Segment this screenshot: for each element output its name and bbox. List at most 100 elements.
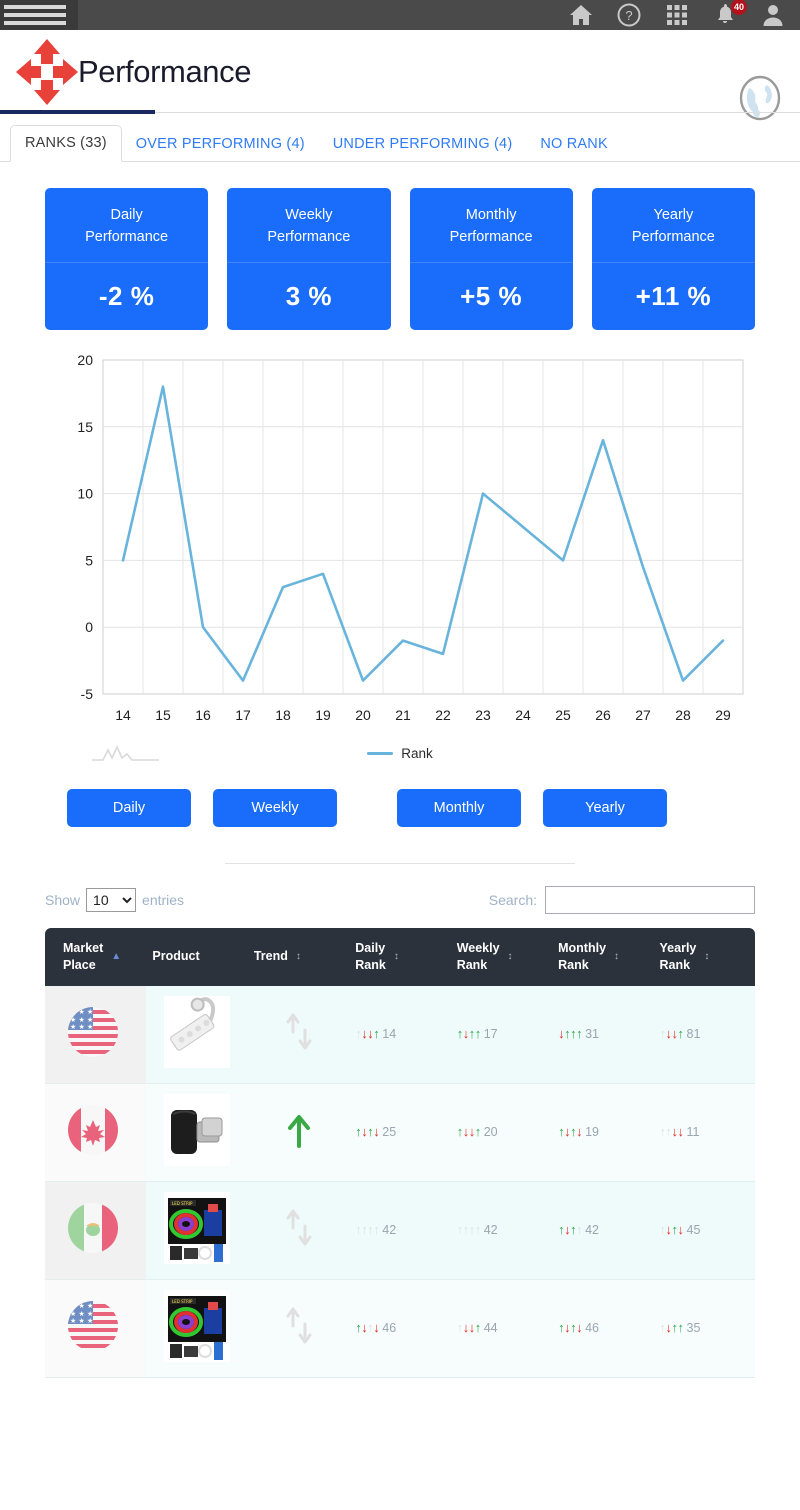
column-header-weekly-rank[interactable]: Weekly Rank ↕ [450,928,553,986]
cell-monthly-rank: ↓↑↑↑ 31 [552,985,654,1084]
search-control: Search: [489,886,755,914]
yearly-rank-value: 45 [686,1223,701,1238]
cell-monthly-rank: ↑↓↑↓ 46 [552,1279,654,1378]
user-account-icon[interactable] [760,2,786,28]
svg-text:29: 29 [715,707,731,723]
sort-ascending-icon[interactable]: ▲ [111,950,121,964]
sort-both-icon[interactable]: ↕ [296,950,301,964]
cell-daily-rank: ↑↑↑↑ 42 [349,1181,451,1280]
rank-arrow-group: ↑↓↑↑ [457,1026,482,1042]
svg-text:24: 24 [515,707,531,723]
rank-arrow-up: ↑ [677,1320,685,1336]
rank-arrow-group: ↑↑↓↓ [660,1124,685,1140]
period-button-yearly[interactable]: Yearly [543,789,667,827]
cell-daily-rank: ↑↓↑↓ 46 [349,1279,451,1378]
monthly-rank-value-group: ↑↓↑↓ 19 [558,1124,599,1139]
svg-text:-5: -5 [81,686,94,702]
kpi-title-line1: Weekly [285,207,333,223]
kpi-card-daily[interactable]: Daily Performance -2 % [45,188,209,330]
home-icon[interactable] [568,2,594,28]
notifications-bell-icon[interactable]: 40 [712,0,747,28]
entries-control: Show 102550100 entries [45,888,184,912]
header-line2: Rank [558,957,589,972]
sort-both-icon[interactable]: ↕ [704,950,709,964]
cell-weekly-rank: ↑↓↓↑ 44 [450,1279,553,1378]
rank-arrow-group: ↑↑↑↑ [355,1222,380,1237]
rank-arrow-group: ↑↓↑↑ [558,1222,583,1237]
cell-product[interactable]: LED STRIP [146,1181,248,1280]
column-header-weekly-rank-label: Weekly Rank [457,940,500,974]
column-header-yearly-rank[interactable]: Yearly Rank ↕ [653,928,755,986]
svg-text:LED STRIP: LED STRIP [172,1299,193,1304]
kpi-card-yearly[interactable]: Yearly Performance +11 % [591,188,755,330]
column-header-market-place[interactable]: Market Place ▲ [45,928,147,986]
entries-per-page-select[interactable]: 102550100 [86,888,137,912]
weekly-rank-value-group: ↑↓↑↑ 17 [457,1026,498,1042]
table-row[interactable]: LED STRIP ↑↑↑↑ 42 ↑↑↑↑ 42 ↑↓↑↑ 42 ↑↓↑↓ 45 [45,1181,755,1280]
kpi-title-line2: Performance [449,229,533,246]
tab-over-performing[interactable]: OVER PERFORMING (4) [122,127,319,162]
yearly-rank-value-group: ↑↓↑↑ 35 [660,1320,701,1336]
hamburger-bar [4,13,66,17]
rank-arrow-group: ↑↑↑↑ [457,1222,482,1237]
svg-text:LED STRIP: LED STRIP [172,1201,193,1206]
legend-label-rank: Rank [401,746,433,761]
sort-both-icon[interactable]: ↕ [508,950,513,964]
rank-arrow-down: ↓ [677,1124,685,1140]
rank-arrow-group: ↑↓↓↑ [457,1320,482,1335]
rank-arrow-up: ↑ [474,1026,482,1042]
apps-grid-icon[interactable] [664,2,690,28]
cell-yearly-rank: ↑↓↑↑ 35 [653,1279,755,1378]
cell-yearly-rank: ↑↑↓↓ 11 [653,1083,755,1182]
monthly-rank-value-group: ↑↓↑↓ 46 [558,1320,599,1335]
table-row[interactable]: ★ ★ ★ ★ ★ ★ ★ ★ ★ ↑↓↓↑ 14 ↑↓↑↑ 17 ↓↑↑↑ 31 ↑↓↓↑ 81 [45,985,755,1084]
column-header-market-place-label: Market Place [63,940,103,974]
kpi-title-weekly: Weekly Performance [227,188,391,263]
yearly-rank-value: 11 [686,1125,700,1140]
svg-text:★ ★ ★: ★ ★ ★ [70,1008,93,1016]
cell-product[interactable] [146,1083,248,1182]
daily-rank-value: 25 [382,1125,397,1140]
period-button-daily[interactable]: Daily [67,789,191,827]
cell-product[interactable]: LED STRIP [146,1279,248,1378]
svg-text:10: 10 [77,486,93,502]
cell-weekly-rank: ↑↓↑↑ 17 [450,985,553,1084]
hamburger-menu-icon[interactable] [0,0,78,30]
svg-text:?: ? [625,8,632,23]
cell-market-place: ★ ★ ★ ★ ★ ★ ★ ★ ★ [45,1279,147,1378]
cell-trend [247,1083,350,1182]
period-button-monthly[interactable]: Monthly [397,789,521,827]
header-rule [155,112,800,113]
tab-ranks[interactable]: RANKS (33) [10,125,122,162]
kpi-value-daily: -2 % [98,280,155,311]
sort-both-icon[interactable]: ↕ [614,950,619,964]
svg-text:★ ★ ★: ★ ★ ★ [70,1317,93,1325]
table-row[interactable]: ★ ★ ★ ★ ★ ★ ★ ★ ★ LED STRIP ↑↓↑↓ 46 ↑↓↓↑… [45,1279,755,1378]
column-header-product[interactable]: Product [146,928,248,986]
kpi-card-monthly[interactable]: Monthly Performance +5 % [409,188,573,330]
rank-arrow-group: ↑↓↓↑ [355,1026,380,1041]
monthly-rank-value-group: ↓↑↑↑ 31 [558,1026,599,1041]
help-icon[interactable]: ? [616,2,642,28]
kpi-card-weekly[interactable]: Weekly Performance 3 % [227,188,391,330]
tab-under-performing[interactable]: UNDER PERFORMING (4) [319,127,527,162]
search-input[interactable] [545,886,755,914]
table-body: ★ ★ ★ ★ ★ ★ ★ ★ ★ ↑↓↓↑ 14 ↑↓↑↑ 17 ↓↑↑↑ 31 ↑↓↓↑ 81 [45,985,755,1378]
column-header-monthly-rank[interactable]: Monthly Rank ↕ [552,928,654,986]
column-header-daily-rank[interactable]: Daily Rank ↕ [349,928,451,986]
period-button-weekly[interactable]: Weekly [213,789,337,827]
yearly-rank-value: 35 [686,1321,701,1336]
kpi-card-row: Daily Performance -2 % Weekly Performanc… [0,162,800,330]
cell-daily-rank: ↑↓↓↑ 14 [349,985,451,1084]
tab-no-rank[interactable]: NO RANK [526,127,621,162]
sort-both-icon[interactable]: ↕ [394,950,399,964]
column-header-yearly-rank-label: Yearly Rank [660,940,697,974]
column-header-trend[interactable]: Trend ↕ [247,928,350,986]
cell-product[interactable] [146,985,248,1084]
show-label: Show [45,892,81,908]
header-line2: Place [63,957,96,972]
rank-arrow-group: ↑↓↑↓ [558,1320,583,1335]
rank-arrow-down: ↓ [373,1124,380,1140]
table-row[interactable]: ↑↓↑↓ 25 ↑↓↓↑ 20 ↑↓↑↓ 19 ↑↑↓↓ 11 [45,1083,755,1182]
rank-arrow-up: ↑ [474,1124,482,1140]
